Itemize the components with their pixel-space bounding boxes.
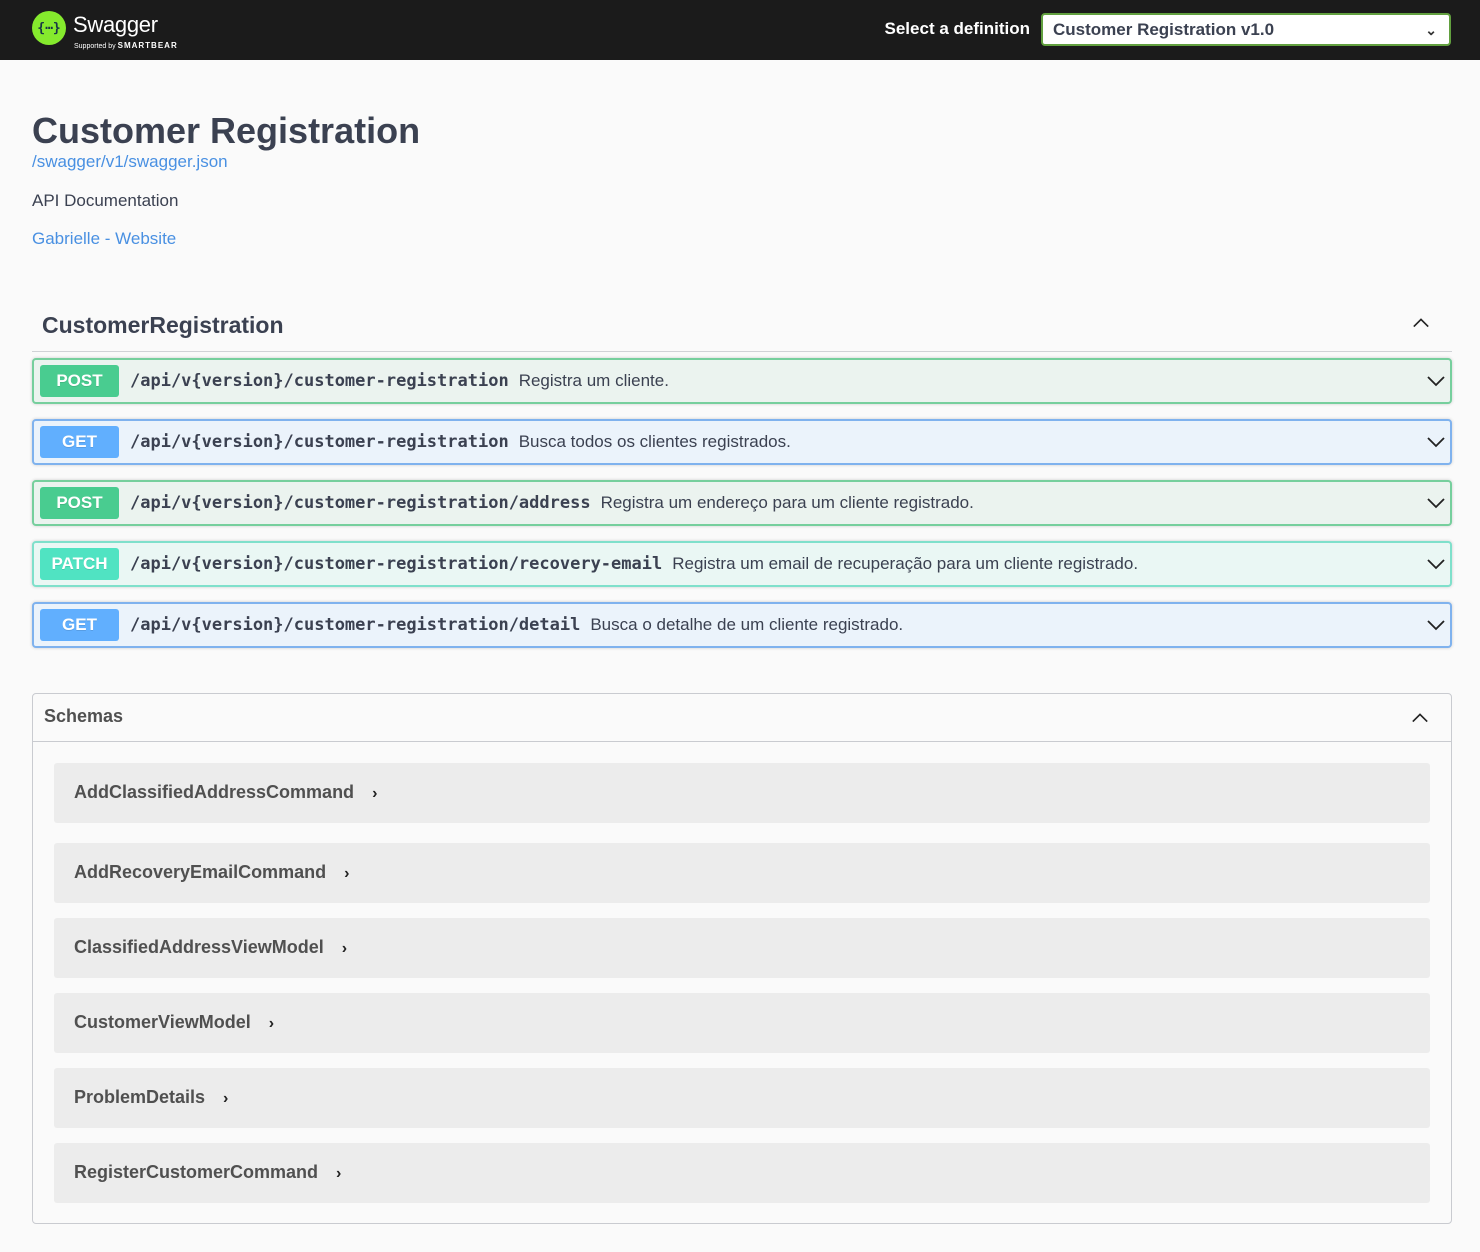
swagger-logo[interactable]: {⋯} Swagger Supported by SMARTBEAR: [32, 10, 182, 50]
schema-model[interactable]: RegisterCustomerCommand ›: [54, 1143, 1430, 1203]
chevron-up-icon[interactable]: [1411, 709, 1429, 727]
api-description: API Documentation: [32, 191, 179, 210]
schemas-title: Schemas: [44, 706, 124, 726]
operation-get[interactable]: GET/api/v{version}/customer-registration…: [32, 602, 1452, 648]
schemas-header[interactable]: Schemas: [33, 694, 1451, 742]
tag-name: CustomerRegistration: [42, 312, 284, 338]
chevron-up-icon[interactable]: [1412, 314, 1430, 332]
method-badge: POST: [40, 365, 119, 397]
schema-model-label: ClassifiedAddressViewModel: [74, 937, 324, 957]
logo-sub-prefix: Supported by: [74, 43, 116, 50]
operation-path: /api/v{version}/customer-registration/ad…: [130, 493, 974, 513]
chevron-down-icon[interactable]: [1426, 373, 1446, 389]
logo-subtitle: Supported by SMARTBEAR: [74, 41, 178, 50]
swagger-logo-icon: {⋯}: [32, 11, 66, 45]
schema-model-name: CustomerViewModel ›: [74, 1012, 274, 1033]
schema-model[interactable]: ProblemDetails ›: [54, 1068, 1430, 1128]
operation-post[interactable]: POST/api/v{version}/customer-registratio…: [32, 358, 1452, 404]
operation-path: /api/v{version}/customer-registration Reg…: [130, 371, 669, 391]
spec-url-link[interactable]: /swagger/v1/swagger.json: [32, 152, 228, 172]
schema-model-label: AddClassifiedAddressCommand: [74, 782, 355, 802]
operation-path-text: /api/v{version}/customer-registration: [130, 371, 509, 391]
tag-section-header[interactable]: CustomerRegistration: [32, 300, 1452, 352]
schema-model[interactable]: ClassifiedAddressViewModel ›: [54, 918, 1430, 978]
page-title: Customer Registration: [32, 110, 421, 151]
schema-model-name: RegisterCustomerCommand ›: [74, 1162, 341, 1183]
logo-name: Swagger: [73, 12, 158, 37]
operation-path-text: /api/v{version}/customer-registration/re…: [130, 554, 663, 574]
topbar: {⋯} Swagger Supported by SMARTBEAR Selec…: [0, 0, 1480, 60]
definition-select[interactable]: Customer Registration v1.0 ⌄: [1041, 13, 1451, 46]
operation-path-text: /api/v{version}/customer-registration/ad…: [130, 493, 591, 513]
definition-select-value: Customer Registration v1.0: [1053, 20, 1275, 39]
method-badge: GET: [40, 609, 119, 641]
operation-patch[interactable]: PATCH/api/v{version}/customer-registrati…: [32, 541, 1452, 587]
schema-model-name: ProblemDetails ›: [74, 1087, 228, 1108]
operation-summary: Busca todos os clientes registrados.: [518, 432, 791, 451]
operation-summary: Registra um endereço para um cliente reg…: [600, 493, 974, 512]
schema-model[interactable]: AddClassifiedAddressCommand ›: [54, 763, 1430, 823]
contact-link[interactable]: Gabrielle - Website: [32, 229, 176, 249]
schema-model-name: ClassifiedAddressViewModel ›: [74, 937, 347, 958]
operation-path-text: /api/v{version}/customer-registration: [130, 432, 509, 452]
schema-model[interactable]: CustomerViewModel ›: [54, 993, 1430, 1053]
chevron-right-icon[interactable]: ›: [372, 785, 377, 803]
schemas-section: Schemas AddClassifiedAddressCommand › AddR…: [32, 693, 1452, 1224]
operation-get[interactable]: GET/api/v{version}/customer-registration…: [32, 419, 1452, 465]
chevron-down-icon[interactable]: [1426, 434, 1446, 450]
operation-summary: Registra um cliente.: [518, 371, 669, 390]
operation-summary: Busca o detalhe de um cliente registrado…: [590, 615, 904, 634]
definition-label: Select a definition: [884, 19, 1030, 38]
operation-path: /api/v{version}/customer-registration/de…: [130, 615, 903, 635]
schema-model-name: AddClassifiedAddressCommand ›: [74, 782, 377, 803]
chevron-down-icon[interactable]: [1426, 556, 1446, 572]
logo-sub-brand: SMARTBEAR: [117, 41, 178, 50]
chevron-right-icon[interactable]: ›: [269, 1015, 274, 1033]
method-badge: GET: [40, 426, 119, 458]
chevron-down-icon: ⌄: [1425, 22, 1437, 38]
chevron-right-icon[interactable]: ›: [344, 865, 349, 883]
schema-model-label: ProblemDetails: [74, 1087, 206, 1107]
operation-path: /api/v{version}/customer-registration/re…: [130, 554, 1138, 574]
schema-model-name: AddRecoveryEmailCommand ›: [74, 862, 349, 883]
chevron-down-icon[interactable]: [1426, 617, 1446, 633]
operation-path: /api/v{version}/customer-registration Bus…: [130, 432, 791, 452]
method-badge: POST: [40, 487, 119, 519]
chevron-right-icon[interactable]: ›: [336, 1165, 341, 1183]
operation-summary: Registra um email de recuperação para um…: [672, 554, 1139, 573]
operation-path-text: /api/v{version}/customer-registration/de…: [130, 615, 581, 635]
chevron-right-icon[interactable]: ›: [223, 1090, 228, 1108]
method-badge: PATCH: [40, 548, 119, 580]
schema-model-label: CustomerViewModel: [74, 1012, 251, 1032]
operation-post[interactable]: POST/api/v{version}/customer-registratio…: [32, 480, 1452, 526]
chevron-down-icon[interactable]: [1426, 495, 1446, 511]
chevron-right-icon[interactable]: ›: [342, 940, 347, 958]
schema-model-label: AddRecoveryEmailCommand: [74, 862, 327, 882]
schema-model[interactable]: AddRecoveryEmailCommand ›: [54, 843, 1430, 903]
schema-model-label: RegisterCustomerCommand: [74, 1162, 319, 1182]
